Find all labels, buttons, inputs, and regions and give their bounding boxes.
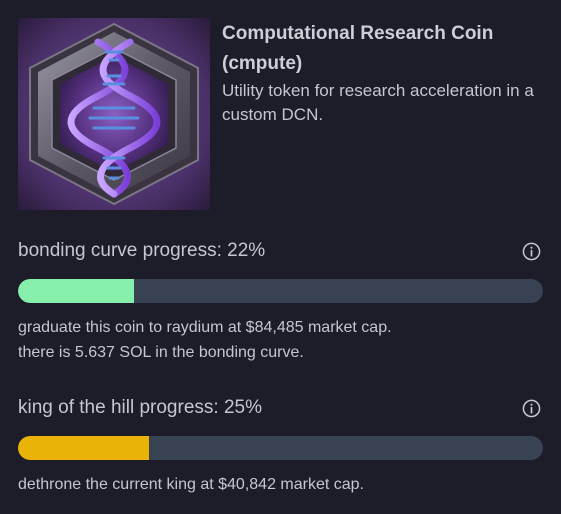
coin-info: Computational Research Coin (cmpute) Uti… [222,18,548,127]
coin-description: Utility token for research acceleration … [222,81,534,124]
bonding-curve-note-line2: there is 5.637 SOL in the bonding curve. [18,344,304,361]
coin-name: Computational Research Coin (cmpute) [222,23,494,74]
king-of-the-hill-note: dethrone the current king at $40,842 mar… [18,472,543,497]
king-of-the-hill-progress-bar [18,436,543,460]
info-icon[interactable] [522,242,541,261]
coin-image [18,18,210,210]
bonding-curve-progress-bar [18,279,543,303]
king-of-the-hill-section: king of the hill progress: 25% dethrone … [18,393,543,497]
bonding-curve-progress-fill [18,279,134,303]
bonding-curve-section: bonding curve progress: 22% graduate thi… [18,236,543,365]
bonding-curve-note: graduate this coin to raydium at $84,485… [18,315,543,365]
king-of-the-hill-title: king of the hill progress: 25% [18,397,262,418]
king-of-the-hill-note-line1: dethrone the current king at $40,842 mar… [18,476,364,493]
coin-card[interactable]: Computational Research Coin (cmpute) Uti… [18,18,548,213]
dna-helix-hexagon-icon [18,18,210,210]
bonding-curve-title: bonding curve progress: 22% [18,240,266,261]
king-of-the-hill-progress-fill [18,436,150,460]
info-icon[interactable] [522,399,541,418]
bonding-curve-note-line1: graduate this coin to raydium at $84,485… [18,319,392,336]
